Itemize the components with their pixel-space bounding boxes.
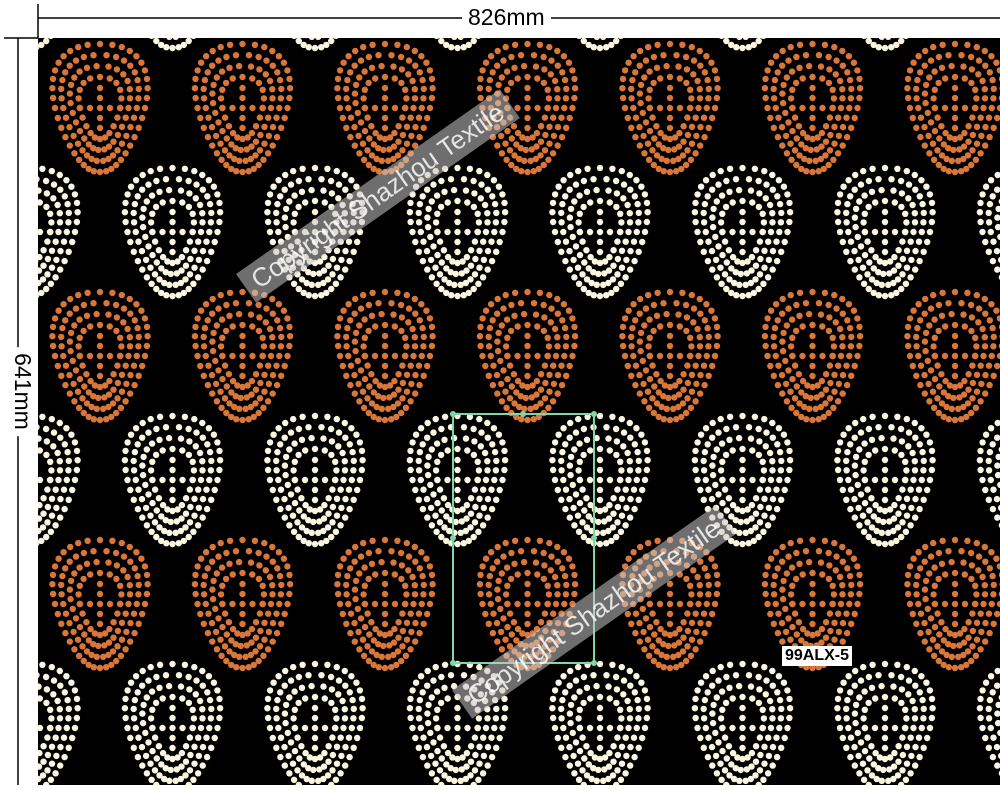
width-dimension-label: 826mm <box>462 6 551 29</box>
repeat-handle <box>450 535 456 541</box>
orange-motif <box>0 289 8 423</box>
orange-motif <box>0 41 8 175</box>
repeat-handle <box>450 660 456 666</box>
height-dimension-label: 641mm <box>11 347 34 436</box>
repeat-handle <box>591 411 597 417</box>
orange-motif <box>0 537 8 671</box>
textile-preview: 826mm 641mm 99ALX-5 Copyright Shazhou Te… <box>0 0 1000 785</box>
repeat-handle <box>520 411 526 417</box>
repeat-handle <box>591 660 597 666</box>
repeat-handle <box>450 411 456 417</box>
repeat-handle <box>591 535 597 541</box>
pattern-code-label: 99ALX-5 <box>782 646 852 666</box>
